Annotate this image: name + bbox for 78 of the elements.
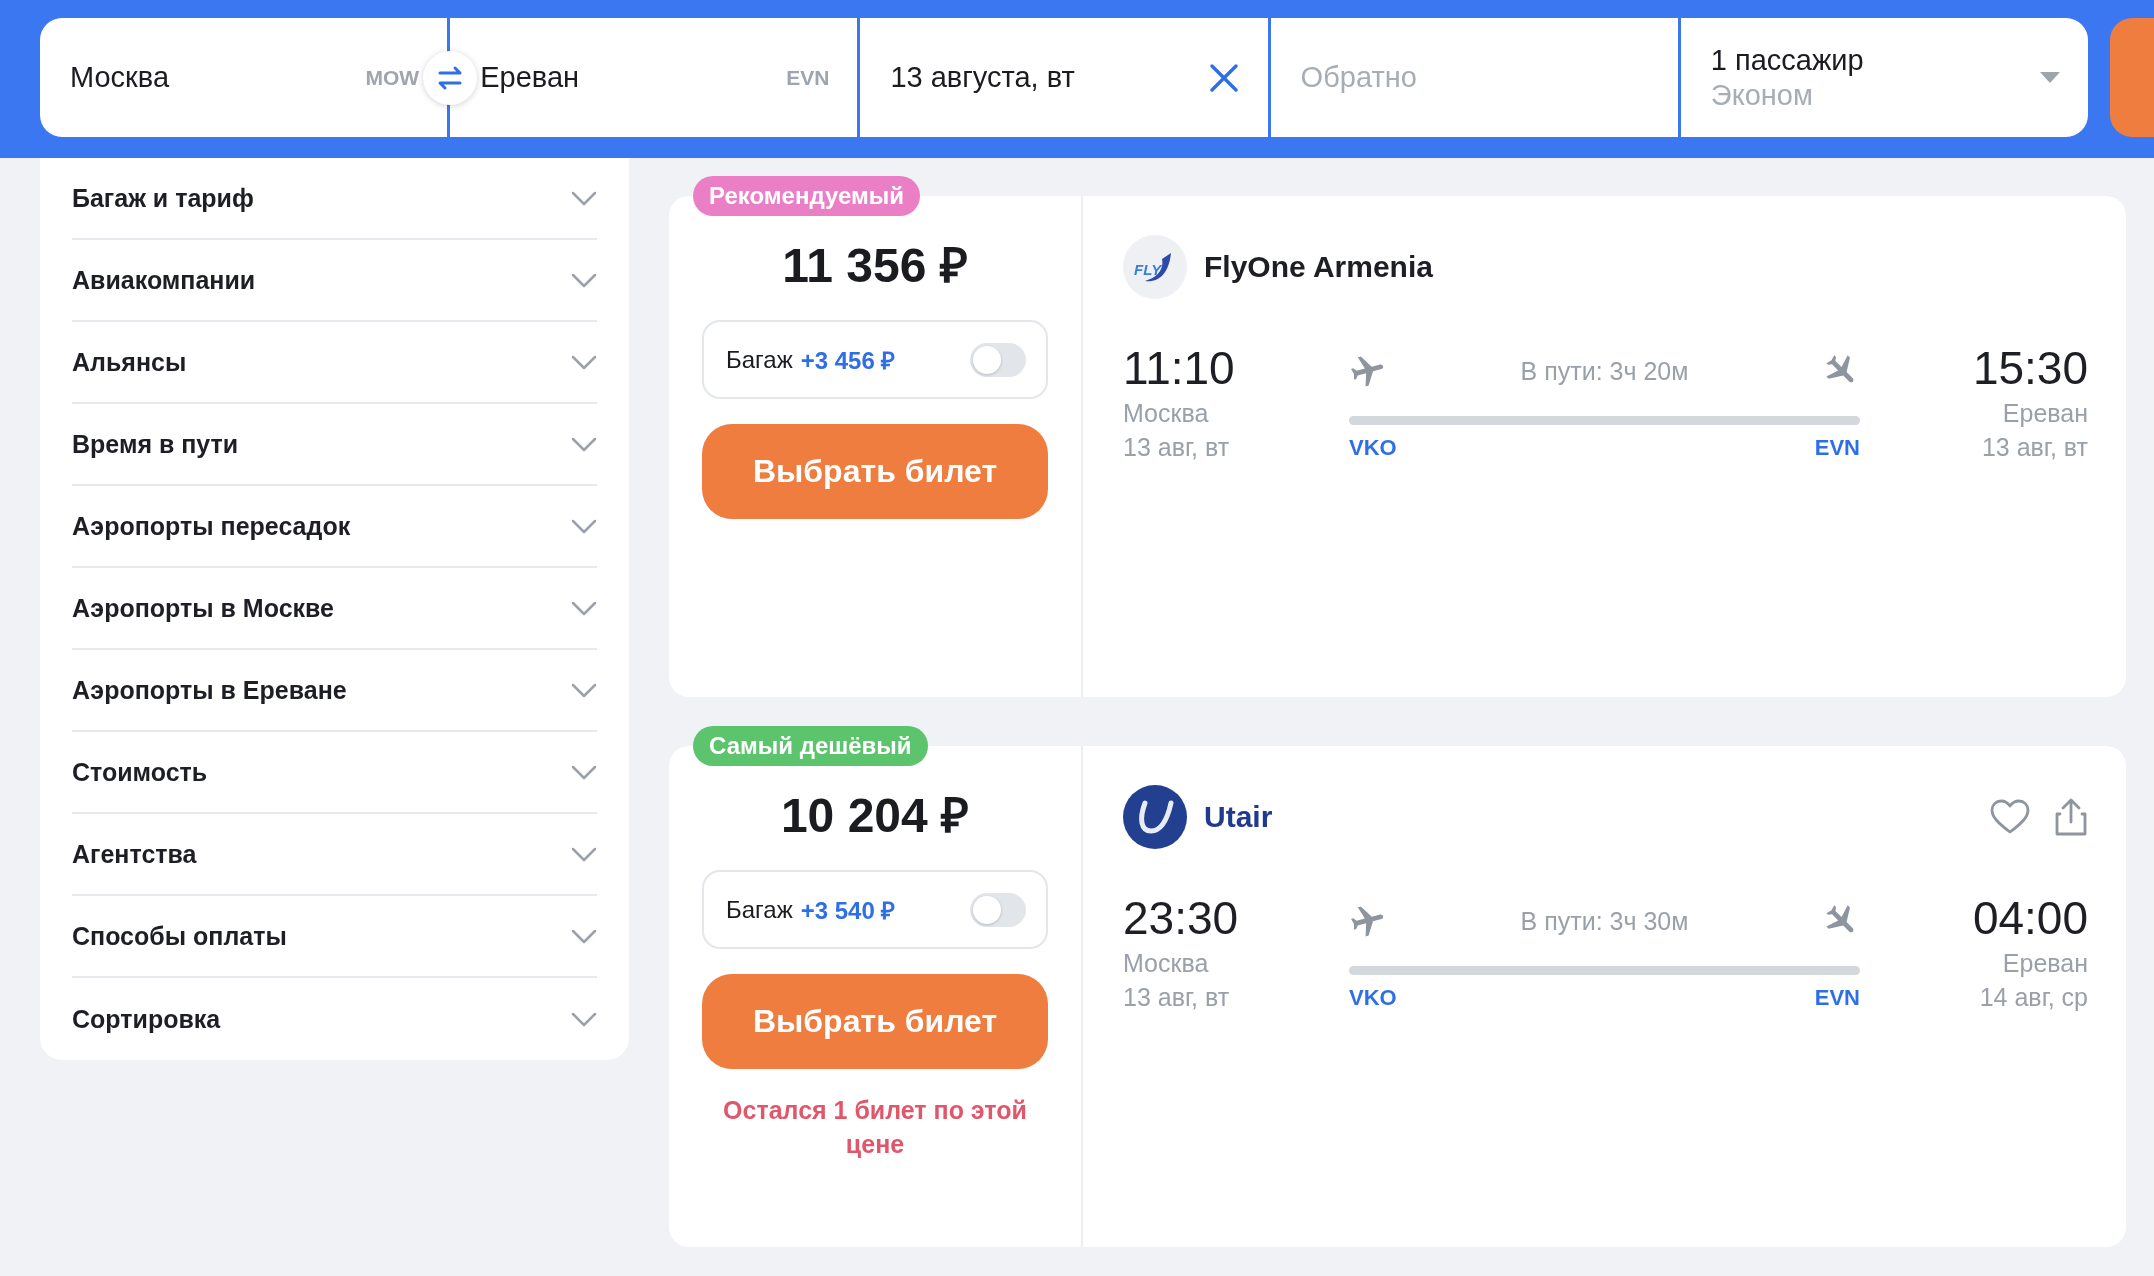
chevron-icon[interactable] (571, 354, 597, 370)
filter-item[interactable]: Аэропорты в Москве (72, 568, 597, 650)
airline-logo: FLY (1123, 235, 1187, 299)
chevron-icon[interactable] (571, 928, 597, 944)
filter-label: Аэропорты в Ереване (72, 675, 347, 705)
passenger-count[interactable]: 1 пассажир (1710, 43, 1864, 77)
baggage-toggle[interactable] (970, 892, 1026, 927)
filter-label: Авиакомпании (72, 265, 256, 295)
chevron-icon[interactable] (571, 190, 597, 206)
swap-icon[interactable] (423, 51, 478, 105)
submit-button[interactable] (2110, 18, 2154, 137)
filter-item[interactable]: Сортировка (72, 978, 597, 1060)
filter-item[interactable]: Багаж и тариф (72, 158, 597, 240)
departure-time: 11:10 (1123, 341, 1236, 396)
departure-date: 13 авг, вт (1123, 432, 1231, 463)
filter-label: Аэропорты пересадок (72, 511, 351, 541)
departure-airport: VKO (1349, 435, 1397, 461)
origin-city[interactable]: Москва (70, 61, 169, 94)
badge: Рекомендуемый (693, 176, 920, 216)
chevron-icon[interactable] (571, 1011, 597, 1027)
filter-label: Аэропорты в Москве (72, 593, 334, 623)
destination-city[interactable]: Ереван (480, 61, 580, 94)
filter-item[interactable]: Время в пути (72, 404, 597, 486)
airport-code: MOW (365, 65, 420, 90)
arrival-time: 15:30 (1972, 341, 2088, 396)
departure-city: Москва (1123, 398, 1210, 429)
arrival-date: 14 авг, ср (1979, 982, 2088, 1013)
price: 10 204 ₽ (780, 788, 970, 844)
share-icon[interactable] (2054, 798, 2088, 836)
chevron-icon[interactable] (571, 436, 597, 452)
baggage-toggle[interactable] (970, 342, 1026, 377)
arrival-time: 04:00 (1972, 891, 2088, 946)
availability-note: Остался 1 билет по этой цене (722, 1095, 1028, 1160)
filter-label: Время в пути (72, 429, 239, 459)
filter-item[interactable]: Авиакомпании (72, 240, 597, 322)
filter-item[interactable]: Стоимость (72, 732, 597, 814)
baggage-price: +3 456 ₽ (800, 346, 897, 376)
departure-time: 23:30 (1123, 891, 1240, 946)
arrival-city: Ереван (2002, 948, 2088, 979)
airline-name: FlyOne Armenia (1204, 250, 1433, 284)
chevron-icon[interactable] (571, 518, 597, 534)
airline-name: Utair (1204, 800, 1273, 834)
flight-duration: В пути: 3ч 30м (1520, 906, 1689, 937)
baggage-label: Багаж (726, 345, 793, 374)
baggage-label: Багаж (726, 895, 793, 924)
filter-label: Способы оплаты (72, 921, 287, 951)
date-value[interactable]: 13 августа, вт (890, 61, 1075, 94)
clear-icon[interactable] (1207, 61, 1240, 94)
baggage-price: +3 540 ₽ (800, 896, 897, 926)
filter-item[interactable]: Аэропорты пересадок (72, 486, 597, 568)
filter-label: Альянсы (72, 347, 187, 377)
arrival-airport: EVN (1814, 985, 1860, 1011)
filter-item[interactable]: Способы оплаты (72, 896, 597, 978)
badge: Самый дешёвый (693, 726, 928, 766)
filter-item[interactable]: Агентства (72, 814, 597, 896)
departure-city: Москва (1123, 948, 1210, 979)
chevron-icon[interactable] (571, 846, 597, 862)
chevron-icon[interactable] (571, 272, 597, 288)
filter-item[interactable]: Альянсы (72, 322, 597, 404)
chevron-icon[interactable] (571, 764, 597, 780)
arrival-airport: EVN (1814, 435, 1860, 461)
filter-label: Агентства (72, 839, 197, 869)
arrival-date: 13 авг, вт (1981, 432, 2088, 463)
filter-label: Стоимость (72, 757, 208, 787)
filter-label: Сортировка (72, 1004, 221, 1034)
chevron-icon[interactable] (571, 600, 597, 616)
heart-icon[interactable] (1990, 799, 2030, 835)
airport-code: EVN (786, 65, 830, 90)
dropdown-caret-icon[interactable] (2040, 72, 2060, 83)
chevron-icon[interactable] (571, 682, 597, 698)
filter-item[interactable]: Аэропорты в Ереване (72, 650, 597, 732)
filter-label: Багаж и тариф (72, 183, 254, 213)
flight-duration: В пути: 3ч 20м (1520, 356, 1689, 387)
departure-date: 13 авг, вт (1123, 982, 1231, 1013)
arrival-city: Ереван (2002, 398, 2088, 429)
price: 11 356 ₽ (782, 238, 968, 294)
departure-airport: VKO (1349, 985, 1397, 1011)
airline-logo (1123, 785, 1187, 849)
